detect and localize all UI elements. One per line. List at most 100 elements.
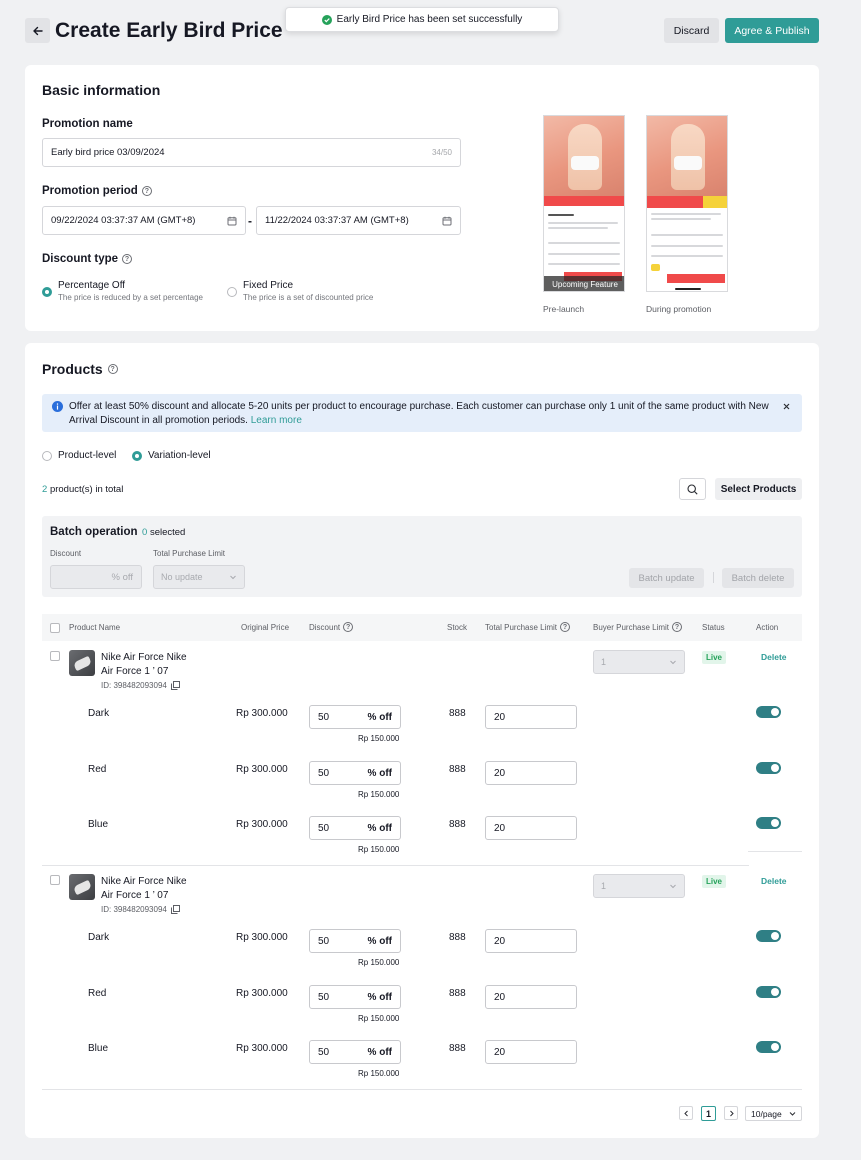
discount-input[interactable]: 50 % off bbox=[309, 816, 401, 840]
variation-toggle[interactable] bbox=[756, 817, 781, 829]
product-checkbox[interactable] bbox=[50, 651, 60, 661]
help-icon[interactable]: ? bbox=[672, 622, 683, 632]
discount-suffix: % off bbox=[367, 1046, 392, 1058]
variation-original-price: Rp 300.000 bbox=[236, 988, 288, 999]
product-id: ID: 398482093094 bbox=[101, 681, 180, 690]
product-name: Nike Air Force Nike Air Force 1 ’ 07 bbox=[101, 651, 187, 678]
discount-value: 50 bbox=[318, 935, 330, 947]
agree-publish-button[interactable]: Agree & Publish bbox=[725, 18, 819, 43]
prev-page-button[interactable] bbox=[679, 1106, 693, 1120]
next-page-button[interactable] bbox=[724, 1106, 738, 1120]
total-limit-input[interactable]: 20 bbox=[485, 705, 577, 729]
variation-original-price: Rp 300.000 bbox=[236, 819, 288, 830]
delete-link[interactable]: Delete bbox=[761, 652, 787, 662]
basic-information-card: Basic information Promotion name Early b… bbox=[25, 65, 819, 331]
arrow-left-icon bbox=[32, 26, 43, 35]
total-limit-input[interactable]: 20 bbox=[485, 816, 577, 840]
page-size-select[interactable]: 10/page bbox=[745, 1106, 802, 1121]
batch-limit-label: Total Purchase Limit bbox=[153, 549, 226, 558]
end-date-value: 11/22/2024 03:37:37 AM (GMT+8) bbox=[265, 215, 409, 226]
option-description: The price is a set of discounted price bbox=[243, 293, 374, 302]
product-checkbox[interactable] bbox=[50, 875, 60, 885]
select-products-button[interactable]: Select Products bbox=[715, 478, 802, 500]
radio-fixed-price[interactable]: Fixed Price The price is a set of discou… bbox=[227, 280, 373, 302]
variation-name: Dark bbox=[88, 932, 110, 943]
discounted-price: Rp 150.000 bbox=[358, 1014, 400, 1023]
product-count-suffix: product(s) in total bbox=[49, 484, 124, 495]
help-icon[interactable]: ? bbox=[141, 186, 152, 196]
pre-launch-label: Pre-launch bbox=[543, 304, 585, 314]
variation-toggle[interactable] bbox=[756, 986, 781, 998]
product-name-line: Nike Air Force Nike bbox=[101, 652, 187, 663]
discount-input[interactable]: 50 % off bbox=[309, 929, 401, 953]
discard-button[interactable]: Discard bbox=[664, 18, 719, 43]
discount-input[interactable]: 50 % off bbox=[309, 761, 401, 785]
chevron-left-icon bbox=[683, 1110, 688, 1116]
back-button[interactable] bbox=[25, 18, 50, 43]
buyer-limit-select[interactable]: 1 bbox=[593, 650, 685, 674]
learn-more-link[interactable]: Learn more bbox=[251, 415, 302, 426]
variation-toggle[interactable] bbox=[756, 706, 781, 718]
page-button-current[interactable]: 1 bbox=[701, 1106, 716, 1121]
product-thumbnail bbox=[69, 874, 95, 900]
variation-stock: 888 bbox=[449, 988, 466, 999]
discounted-price: Rp 150.000 bbox=[358, 1069, 400, 1078]
buyer-limit-select[interactable]: 1 bbox=[593, 874, 685, 898]
discount-value: 50 bbox=[318, 1046, 330, 1058]
product-thumbnail bbox=[69, 650, 95, 676]
end-date-input[interactable]: 11/22/2024 03:37:37 AM (GMT+8) bbox=[256, 206, 461, 235]
variation-toggle[interactable] bbox=[756, 762, 781, 774]
products-title-row: Products ? bbox=[42, 361, 118, 377]
help-icon[interactable]: ? bbox=[560, 622, 571, 632]
close-icon[interactable] bbox=[783, 403, 790, 410]
promotion-name-input[interactable]: Early bird price 03/09/2024 34/50 bbox=[42, 138, 461, 167]
discount-input[interactable]: 50 % off bbox=[309, 705, 401, 729]
discount-value: 50 bbox=[318, 767, 330, 779]
batch-delete-button[interactable]: Batch delete bbox=[722, 568, 794, 588]
variation-name: Red bbox=[88, 988, 107, 999]
discount-suffix: % off bbox=[367, 711, 392, 723]
selected-count-number: 0 bbox=[142, 527, 148, 538]
promotion-name-label-text: Promotion name bbox=[42, 118, 133, 130]
total-limit-input[interactable]: 20 bbox=[485, 761, 577, 785]
batch-discount-input[interactable]: % off bbox=[50, 565, 142, 589]
period-separator: - bbox=[248, 214, 252, 228]
variation-stock: 888 bbox=[449, 764, 466, 775]
products-card: Products ? Offer at least 50% discount a… bbox=[25, 343, 819, 1138]
promotion-period-label: Promotion period ? bbox=[42, 185, 152, 197]
info-icon bbox=[52, 401, 63, 412]
total-limit-input[interactable]: 20 bbox=[485, 929, 577, 953]
total-limit-input[interactable]: 20 bbox=[485, 985, 577, 1009]
char-counter: 34/50 bbox=[431, 148, 452, 157]
radio-product-level[interactable]: Product-level bbox=[42, 450, 116, 461]
start-date-value: 09/22/2024 03:37:37 AM (GMT+8) bbox=[51, 215, 196, 226]
toast-message: Early Bird Price has been set successful… bbox=[336, 14, 523, 25]
search-button[interactable] bbox=[679, 478, 706, 500]
radio-indicator bbox=[42, 450, 52, 461]
variation-toggle[interactable] bbox=[756, 930, 781, 942]
delete-link[interactable]: Delete bbox=[761, 876, 787, 886]
batch-update-button[interactable]: Batch update bbox=[629, 568, 704, 588]
radio-indicator bbox=[132, 450, 142, 461]
discount-input[interactable]: 50 % off bbox=[309, 985, 401, 1009]
help-icon[interactable]: ? bbox=[122, 254, 133, 264]
product-image bbox=[647, 116, 727, 196]
total-limit-input[interactable]: 20 bbox=[485, 1040, 577, 1064]
select-all-checkbox[interactable] bbox=[50, 623, 60, 633]
radio-variation-level[interactable]: Variation-level bbox=[132, 450, 211, 461]
total-limit-value: 20 bbox=[494, 711, 506, 723]
batch-limit-placeholder: No update bbox=[161, 572, 203, 582]
help-icon[interactable]: ? bbox=[107, 364, 118, 374]
radio-percentage-off[interactable]: Percentage Off The price is reduced by a… bbox=[42, 280, 203, 302]
discounted-price: Rp 150.000 bbox=[358, 734, 400, 743]
discount-input[interactable]: 50 % off bbox=[309, 1040, 401, 1064]
copy-icon[interactable] bbox=[170, 905, 180, 914]
start-date-input[interactable]: 09/22/2024 03:37:37 AM (GMT+8) bbox=[42, 206, 246, 235]
copy-icon[interactable] bbox=[170, 681, 180, 690]
variation-toggle[interactable] bbox=[756, 1041, 781, 1053]
help-icon[interactable]: ? bbox=[343, 622, 354, 632]
batch-limit-select[interactable]: No update bbox=[153, 565, 245, 589]
promotion-name-value: Early bird price 03/09/2024 bbox=[51, 147, 165, 158]
product-name-line: Air Force 1 ’ 07 bbox=[101, 889, 169, 901]
during-promotion-preview bbox=[646, 115, 728, 292]
